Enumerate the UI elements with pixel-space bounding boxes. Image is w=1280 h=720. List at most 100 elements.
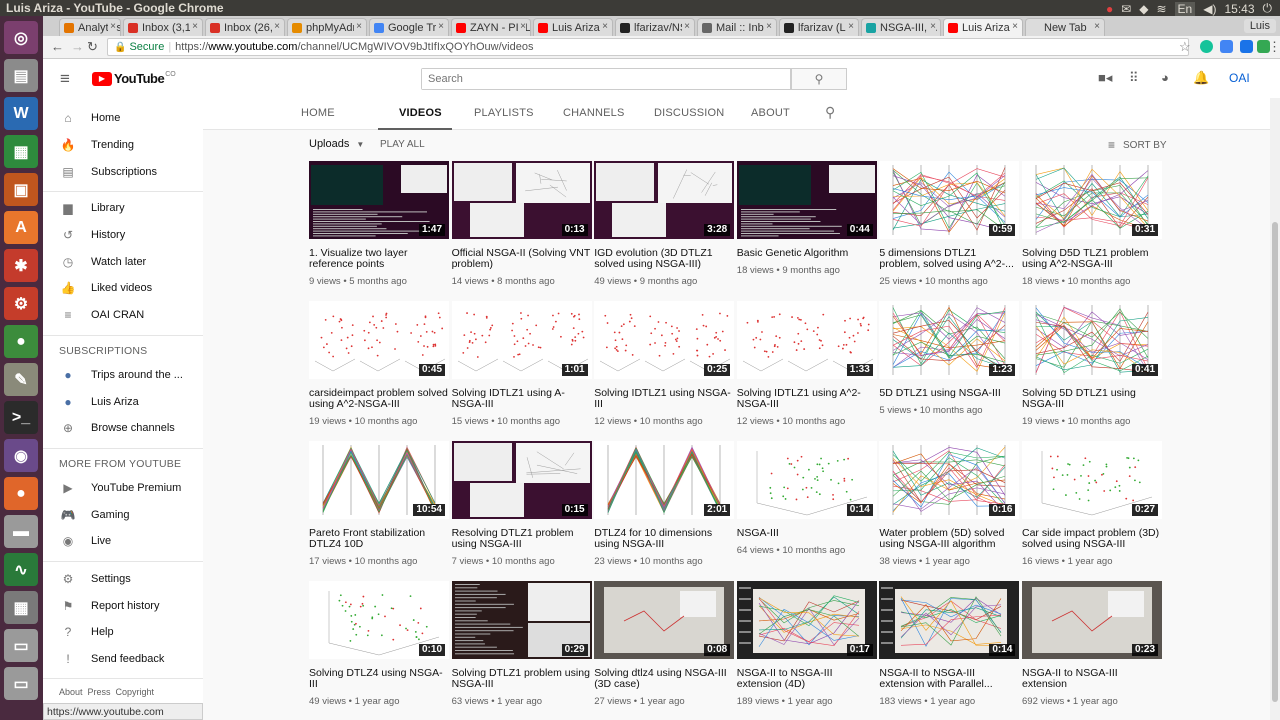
back-button[interactable]: ← [51, 39, 64, 54]
close-tab-icon[interactable]: × [1010, 21, 1018, 32]
reload-button[interactable]: ↻ [87, 39, 98, 55]
video-thumbnail[interactable]: 0:44 [736, 161, 877, 239]
channel-search-icon[interactable]: ⚲ [825, 104, 835, 121]
video-title[interactable]: Solving IDTLZ1 using NSGA-III [594, 388, 734, 410]
sidebar-item[interactable]: ↺ History [43, 222, 203, 249]
video-title[interactable]: Resolving DTLZ1 problem using NSGA-III [452, 528, 592, 550]
disk-icon[interactable]: ▭ [4, 667, 38, 700]
sidebar-item[interactable]: ? Help [43, 619, 203, 646]
video-title[interactable]: Official NSGA-II (Solving VNT problem) [452, 248, 592, 270]
video-thumbnail[interactable]: 0:13 [451, 161, 592, 239]
video-title[interactable]: Basic Genetic Algorithm [737, 248, 877, 259]
video-card[interactable]: 1:01 Solving IDTLZ1 using A-NSGA-III 15 vi… [451, 301, 592, 427]
sidebar-item[interactable]: ⚙ Settings [43, 566, 203, 593]
close-tab-icon[interactable]: × [846, 21, 854, 32]
channel-tab-about[interactable]: ABOUT [751, 107, 790, 119]
video-title[interactable]: 1. Visualize two layer reference points [309, 248, 449, 270]
wifi-icon[interactable]: ≋ [1156, 2, 1166, 16]
impress-icon[interactable]: ▣ [4, 173, 38, 206]
video-thumbnail[interactable]: 0:29 [451, 581, 592, 659]
close-tab-icon[interactable]: × [764, 21, 772, 32]
video-card[interactable]: 0:17 NSGA-II to NSGA-III extension (4D) 18… [736, 581, 877, 707]
dropbox-icon[interactable]: ◆ [1139, 2, 1148, 16]
sidebar-item[interactable]: ▤ Subscriptions [43, 158, 203, 185]
video-card[interactable]: 0:31 Solving D5D TLZ1 problem using A^2-N… [1022, 161, 1162, 287]
video-title[interactable]: Solving IDTLZ1 using A^2-NSGA-III [737, 388, 877, 410]
sidebar-item[interactable]: ▆ Library [43, 195, 203, 222]
browser-tab[interactable]: Luis Ariza × [533, 18, 613, 36]
browser-tab[interactable]: ZAYN - PILL × [451, 18, 531, 36]
files-icon[interactable]: ▤ [4, 59, 38, 92]
channel-tab-discussion[interactable]: DISCUSSION [654, 107, 724, 119]
youtube-logo[interactable]: ▶ YouTube CO [92, 71, 176, 86]
forward-button[interactable]: → [71, 39, 84, 54]
screenshot-icon[interactable]: ◉ [4, 439, 38, 472]
video-card[interactable]: 0:16 Water problem (5D) solved using NSGA… [879, 441, 1020, 567]
mail-icon[interactable]: ✉ [1121, 2, 1131, 16]
power-icon[interactable]: ⏻ [1263, 1, 1273, 16]
video-thumbnail[interactable]: 0:10 [309, 581, 449, 659]
video-card[interactable]: 0:23 NSGA-II to NSGA-III extension 692 vie… [1022, 581, 1162, 707]
channel-tab-home[interactable]: HOME [301, 107, 335, 119]
sidebar-item[interactable]: ⊕ Browse channels [43, 415, 203, 442]
video-thumbnail[interactable]: 10:54 [309, 441, 449, 519]
video-card[interactable]: 2:01 DTLZ4 for 10 dimensions using NSGA-I… [594, 441, 735, 567]
video-card[interactable]: 0:25 Solving IDTLZ1 using NSGA-III 12 view… [594, 301, 735, 427]
video-thumbnail[interactable]: 0:59 [879, 161, 1020, 239]
video-thumbnail[interactable]: 0:15 [451, 441, 592, 519]
grammarly-icon[interactable] [1200, 40, 1213, 53]
text-editor-icon[interactable]: ✎ [4, 363, 38, 396]
sidebar-item[interactable]: ≡ OAI CRAN [43, 302, 203, 329]
video-thumbnail[interactable]: 0:23 [1022, 581, 1162, 659]
sidebar-item[interactable]: 🔥 Trending [43, 132, 203, 159]
video-card[interactable]: 0:15 Resolving DTLZ1 problem using NSGA-I… [451, 441, 592, 567]
channel-tab-playlists[interactable]: PLAYLISTS [474, 107, 534, 119]
drive-icon[interactable]: ▭ [4, 629, 38, 662]
sidebar-item[interactable]: ◷ Watch later [43, 248, 203, 275]
calculator-icon[interactable]: ▦ [4, 591, 38, 624]
extension-icon[interactable] [1240, 40, 1253, 53]
browser-tab[interactable]: Inbox (26,9 × [205, 18, 285, 36]
video-card[interactable]: 0:41 Solving 5D DTLZ1 using NSGA-III 19 vi… [1022, 301, 1162, 427]
browser-tab[interactable]: Mail :: Inbo × [697, 18, 777, 36]
sidebar-item[interactable]: 👍 Liked videos [43, 275, 203, 302]
close-tab-icon[interactable]: × [190, 21, 198, 32]
close-tab-icon[interactable]: × [600, 21, 608, 32]
create-video-icon[interactable]: ■◂ [1098, 70, 1112, 86]
browser-tab[interactable]: NSGA-III, A × [861, 18, 941, 36]
video-card[interactable]: 0:08 Solving dtlz4 using NSGA-III (3D cas… [594, 581, 735, 707]
video-title[interactable]: NSGA-II to NSGA-III extension [1022, 668, 1162, 690]
ubuntu-dash-icon[interactable]: ◎ [4, 21, 38, 54]
channel-tab-videos[interactable]: VIDEOS [399, 107, 442, 119]
bookmark-star-icon[interactable]: ☆ [1179, 39, 1191, 55]
video-card[interactable]: 0:29 Solving DTLZ1 problem using NSGA-III… [451, 581, 592, 707]
search-button[interactable]: ⚲ [791, 68, 847, 90]
video-thumbnail[interactable]: 1:23 [879, 301, 1020, 379]
address-bar[interactable]: 🔒 Secure | https://www.youtube.com/chann… [107, 38, 1189, 56]
video-card[interactable]: 10:54 Pareto Front stabilization DTLZ4 10… [309, 441, 449, 567]
video-card[interactable]: 0:27 Car side impact problem (3D) solved … [1022, 441, 1162, 567]
video-title[interactable]: Solving dtlz4 using NSGA-III (3D case) [594, 668, 734, 690]
browser-tab[interactable]: Analytics -× [59, 18, 121, 36]
record-icon[interactable]: ● [1106, 2, 1113, 16]
account-button[interactable]: OAI [1229, 71, 1250, 85]
video-title[interactable]: Solving DTLZ1 problem using NSGA-III [452, 668, 592, 690]
video-title[interactable]: NSGA-II to NSGA-III extension (4D) [737, 668, 877, 690]
video-title[interactable]: Water problem (5D) solved using NSGA-III… [879, 528, 1019, 550]
software-center-icon[interactable]: A [4, 211, 38, 244]
browser-tab[interactable]: Inbox (3,12 × [123, 18, 203, 36]
sidebar-item[interactable]: ⌂ Home [43, 105, 203, 132]
close-tab-icon[interactable]: × [928, 21, 936, 32]
page-scrollbar[interactable] [1270, 98, 1280, 720]
video-thumbnail[interactable]: 0:25 [594, 301, 735, 379]
video-title[interactable]: carsideimpact problem solved using A^2-N… [309, 388, 449, 410]
chrome-menu-icon[interactable]: ⋮ [1268, 39, 1280, 55]
video-title[interactable]: Solving IDTLZ1 using A-NSGA-III [452, 388, 592, 410]
close-tab-icon[interactable]: × [354, 21, 362, 32]
close-tab-icon[interactable]: × [682, 21, 690, 32]
video-title[interactable]: NSGA-II to NSGA-III extension with Paral… [879, 668, 1019, 690]
scanner-icon[interactable]: ▬ [4, 515, 38, 548]
search-box[interactable] [421, 68, 791, 90]
sidebar-item[interactable]: ⚑ Report history [43, 592, 203, 619]
browser-tab[interactable]: lfarizav (Lu × [779, 18, 859, 36]
